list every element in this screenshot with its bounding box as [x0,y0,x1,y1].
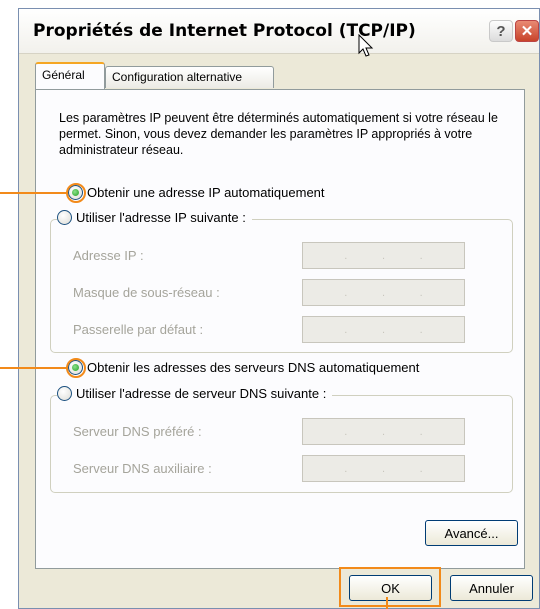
preferred-dns-label: Serveur DNS préféré : [73,424,202,439]
use-dns-manual-label: Utiliser l'adresse de serveur DNS suivan… [76,386,327,401]
radio-dns-manual[interactable] [57,386,72,401]
cancel-button[interactable]: Annuler [450,575,533,601]
tab-general[interactable]: Général [35,62,105,89]
obtain-dns-auto-label: Obtenir les adresses des serveurs DNS au… [87,360,420,375]
obtain-ip-auto-option[interactable]: Obtenir une adresse IP automatiquement [68,185,325,200]
advanced-button[interactable]: Avancé... [425,520,518,546]
use-ip-manual-option[interactable]: Utiliser l'adresse IP suivante : [57,210,252,225]
subnet-mask-input[interactable]: ... [302,279,465,306]
ip-address-label: Adresse IP : [73,248,144,263]
default-gateway-input[interactable]: ... [302,316,465,343]
default-gateway-row: Passerelle par défaut : ... [73,316,493,343]
ok-button-highlight [339,567,441,607]
close-icon: ✕ [520,23,534,40]
mouse-pointer-icon [358,34,374,57]
help-button[interactable]: ? [489,20,513,42]
preferred-dns-row: Serveur DNS préféré : ... [73,418,493,445]
callout-leader-ip [0,192,68,194]
general-tab-panel: Les paramètres IP peuvent être déterminé… [35,89,525,569]
radio-ip-manual[interactable] [57,210,72,225]
use-dns-manual-option[interactable]: Utiliser l'adresse de serveur DNS suivan… [57,386,333,401]
tab-alternate-configuration[interactable]: Configuration alternative [105,66,274,88]
obtain-ip-auto-label: Obtenir une adresse IP automatiquement [87,185,325,200]
close-button[interactable]: ✕ [515,20,539,42]
obtain-dns-auto-option[interactable]: Obtenir les adresses des serveurs DNS au… [68,360,419,375]
alternate-dns-label: Serveur DNS auxiliaire : [73,461,212,476]
ip-address-input[interactable]: ... [302,242,465,269]
ip-address-row: Adresse IP : ... [73,242,493,269]
default-gateway-label: Passerelle par défaut : [73,322,204,337]
help-icon: ? [496,22,506,40]
preferred-dns-input[interactable]: ... [302,418,465,445]
ip-address-group: Utiliser l'adresse IP suivante : Adresse… [50,210,513,353]
callout-ring-ip [66,183,86,203]
callout-leader-ok [386,597,388,609]
callout-leader-dns [0,367,68,369]
callout-ring-dns [66,358,86,378]
intro-text: Les paramètres IP peuvent être déterminé… [59,111,498,157]
dns-server-group: Utiliser l'adresse de serveur DNS suivan… [50,386,513,493]
tcpip-properties-dialog: Propriétés de Internet Protocol (TCP/IP)… [18,8,540,609]
use-ip-manual-label: Utiliser l'adresse IP suivante : [76,210,246,225]
alternate-dns-input[interactable]: ... [302,455,465,482]
title-bar[interactable]: Propriétés de Internet Protocol (TCP/IP)… [19,9,539,54]
alternate-dns-row: Serveur DNS auxiliaire : ... [73,455,493,482]
subnet-mask-label: Masque de sous-réseau : [73,285,220,300]
subnet-mask-row: Masque de sous-réseau : ... [73,279,493,306]
